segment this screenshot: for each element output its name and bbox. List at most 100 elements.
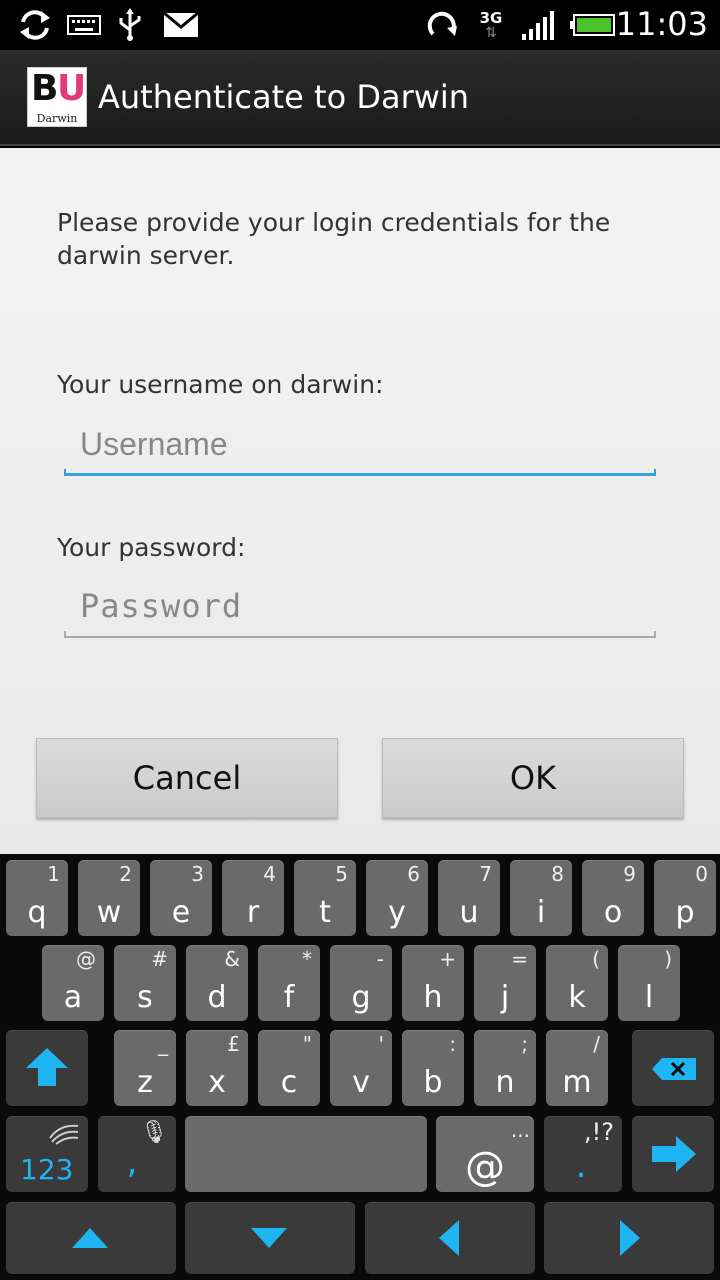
password-field-wrapper <box>64 578 656 638</box>
key-label: i <box>536 895 546 930</box>
key-label: a <box>63 980 83 1015</box>
key-n[interactable]: ; n <box>474 1030 536 1106</box>
key-t[interactable]: 5t <box>294 860 356 936</box>
key-label: m <box>562 1065 592 1100</box>
key-alt-label: 7 <box>479 862 492 886</box>
key-i[interactable]: 8i <box>510 860 572 936</box>
clock: 11:03 <box>615 5 708 43</box>
key-label: d <box>207 980 227 1015</box>
key-c[interactable]: " c <box>258 1030 320 1106</box>
key-alt-label: : <box>449 1032 456 1056</box>
key-f[interactable]: * f <box>258 945 320 1021</box>
cursor-up-key[interactable] <box>6 1202 176 1274</box>
key-alt-label: & <box>224 947 240 971</box>
username-input[interactable] <box>64 416 656 472</box>
shift-arrow-icon <box>26 1048 68 1086</box>
triangle-left-icon <box>439 1220 459 1256</box>
ok-button[interactable]: OK <box>382 738 684 818</box>
dialog-message: Please provide your login credentials fo… <box>57 208 611 270</box>
signal-icon <box>520 8 556 42</box>
key-alt-label: ) <box>664 947 672 971</box>
key-label: k <box>568 980 586 1015</box>
key-alt-label: / <box>593 1032 600 1056</box>
triangle-up-icon <box>72 1228 108 1248</box>
key-l[interactable]: ) l <box>618 945 680 1021</box>
backspace-key[interactable] <box>632 1030 714 1106</box>
space-key[interactable] <box>185 1116 427 1192</box>
at-key[interactable]: @ ... <box>436 1116 534 1192</box>
key-alt-label: £ <box>227 1032 240 1056</box>
page-title: Authenticate to Darwin <box>98 78 470 116</box>
key-label: x <box>208 1065 226 1100</box>
key-alt-label: @ <box>76 947 96 971</box>
key-k[interactable]: (k <box>546 945 608 1021</box>
key-alt-label: * <box>302 947 312 971</box>
comma-key[interactable]: 🎙 , <box>98 1116 176 1192</box>
key-alt-label: = <box>511 947 528 971</box>
key-label: y <box>388 895 406 930</box>
punctuation-key[interactable]: ,!? . <box>544 1116 622 1192</box>
cursor-left-key[interactable] <box>365 1202 535 1274</box>
key-alt-label: 5 <box>335 862 348 886</box>
enter-key[interactable] <box>632 1116 714 1192</box>
app-logo: B U Darwin <box>27 67 87 127</box>
key-e[interactable]: 3e <box>150 860 212 936</box>
shift-key[interactable] <box>6 1030 88 1106</box>
key-label: n <box>495 1065 515 1100</box>
key-x[interactable]: £ x <box>186 1030 248 1106</box>
cursor-right-key[interactable] <box>544 1202 714 1274</box>
key-b[interactable]: :b <box>402 1030 464 1106</box>
key-label: z <box>137 1065 153 1100</box>
key-label: f <box>283 980 295 1015</box>
usb-icon <box>114 8 146 42</box>
key-alt-label: _ <box>158 1032 168 1056</box>
key-v[interactable]: ' v <box>330 1030 392 1106</box>
backspace-icon <box>652 1058 696 1080</box>
key-a[interactable]: @ a <box>42 945 104 1021</box>
key-s[interactable]: # s <box>114 945 176 1021</box>
key-j[interactable]: = j <box>474 945 536 1021</box>
key-label: e <box>171 895 191 930</box>
status-bar: 3G ⇅ 11:03 <box>0 0 720 50</box>
key-g[interactable]: -g <box>330 945 392 1021</box>
key-r[interactable]: 4r <box>222 860 284 936</box>
key-w[interactable]: 2w <box>78 860 140 936</box>
key-label: u <box>459 895 479 930</box>
key-label: v <box>352 1065 370 1100</box>
key-label: q <box>27 895 47 930</box>
cursor-down-key[interactable] <box>185 1202 355 1274</box>
key-h[interactable]: + h <box>402 945 464 1021</box>
key-z[interactable]: _ z <box>114 1030 176 1106</box>
key-alt-label: 8 <box>551 862 564 886</box>
username-field-wrapper <box>64 416 656 476</box>
auth-dialog: Please provide your login credentials fo… <box>0 148 720 854</box>
password-input[interactable] <box>64 578 656 634</box>
key-label: r <box>246 895 260 930</box>
key-m[interactable]: / m <box>546 1030 608 1106</box>
key-alt-label: 9 <box>623 862 636 886</box>
key-q[interactable]: 1q <box>6 860 68 936</box>
key-y[interactable]: 6y <box>366 860 428 936</box>
numbers-key[interactable]: 123 <box>6 1116 88 1192</box>
key-alt-label: ' <box>378 1032 385 1056</box>
key-alt-label: ; <box>521 1032 528 1056</box>
key-alt-label: ( <box>592 947 600 971</box>
username-label: Your username on darwin: <box>57 370 384 399</box>
battery-icon <box>568 8 616 42</box>
triangle-down-icon <box>251 1228 287 1248</box>
network-3g-icon: 3G ⇅ <box>479 9 503 41</box>
key-alt-label: 3 <box>191 862 204 886</box>
key-alt-label: " <box>302 1032 312 1056</box>
key-label: c <box>280 1065 298 1100</box>
key-label: s <box>137 980 153 1015</box>
swype-logo-icon <box>49 1124 79 1145</box>
cancel-button[interactable]: Cancel <box>36 738 338 818</box>
key-u[interactable]: 7u <box>438 860 500 936</box>
key-o[interactable]: 9o <box>582 860 644 936</box>
key-d[interactable]: & d <box>186 945 248 1021</box>
key-label: p <box>675 895 695 930</box>
arrow-right-icon <box>652 1136 696 1172</box>
key-alt-label: 6 <box>407 862 420 886</box>
username-underline <box>64 469 656 476</box>
key-p[interactable]: 0p <box>654 860 716 936</box>
